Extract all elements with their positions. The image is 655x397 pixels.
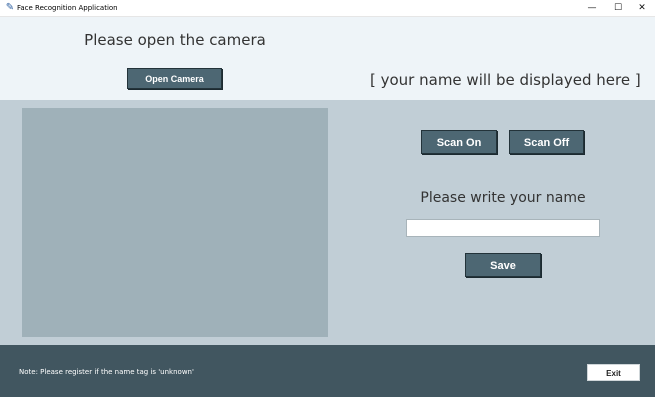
name-input[interactable] (406, 219, 600, 237)
scan-on-button[interactable]: Scan On (421, 130, 497, 154)
close-button[interactable]: ✕ (629, 0, 655, 16)
save-button[interactable]: Save (465, 253, 541, 277)
open-camera-button[interactable]: Open Camera (127, 68, 222, 89)
camera-prompt: Please open the camera (84, 31, 266, 49)
name-prompt: Please write your name (420, 190, 586, 206)
exit-button[interactable]: Exit (587, 364, 640, 381)
maximize-button[interactable]: ☐ (605, 0, 631, 16)
scan-off-button[interactable]: Scan Off (509, 130, 584, 154)
recognized-name-display: [ your name will be displayed here ] (370, 71, 641, 89)
feather-icon: ✎ (5, 2, 15, 13)
title-bar: ✎ Face Recognition Application — ☐ ✕ (0, 0, 655, 17)
camera-view (22, 108, 328, 337)
register-note: Note: Please register if the name tag is… (19, 368, 194, 376)
minimize-button[interactable]: — (579, 0, 605, 16)
window-title: Face Recognition Application (17, 4, 118, 12)
